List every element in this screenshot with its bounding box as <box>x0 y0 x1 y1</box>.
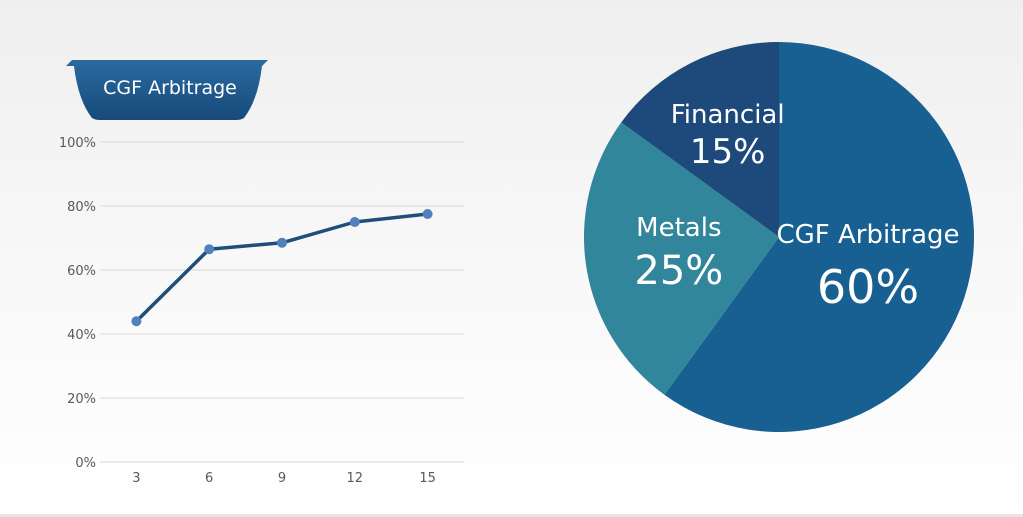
slice-name-label: Financial <box>671 100 785 130</box>
y-tick-label: 20% <box>67 392 96 407</box>
data-point <box>422 209 433 219</box>
y-tick-label: 80% <box>67 200 96 215</box>
data-point <box>204 244 215 255</box>
slice-name-label: CGF Arbitrage <box>776 220 959 250</box>
series-line <box>134 212 430 323</box>
slice-name-label: Metals <box>636 213 721 243</box>
header-badge: CGF Arbitrage <box>66 60 268 120</box>
line-chart-series <box>131 209 433 327</box>
line-chart-x-axis: 3 6 9 12 15 <box>132 471 436 486</box>
data-point <box>277 237 287 248</box>
header-badge-label: CGF Arbitrage <box>103 77 237 99</box>
x-tick-label: 3 <box>132 471 140 486</box>
x-tick-label: 15 <box>419 471 436 486</box>
y-tick-label: 60% <box>67 264 96 279</box>
y-tick-label: 0% <box>75 456 96 471</box>
slice-value-label: 25% <box>634 248 723 294</box>
chart-canvas: CGF Arbitrage 0% 20% 40% 60% 80% 100% 3 6 9 12 15… <box>59 42 975 486</box>
pie-chart: CGF Arbitrage 60% Metals 25% Financial15% <box>584 42 975 432</box>
x-tick-label: 9 <box>278 471 286 486</box>
slice-value-label: 15% <box>690 132 766 172</box>
data-point <box>131 316 142 327</box>
data-point <box>349 217 360 227</box>
y-tick-label: 40% <box>67 328 96 343</box>
line-chart: 0% 20% 40% 60% 80% 100% 3 6 9 12 15 <box>59 136 464 486</box>
slice-value-label: 60% <box>817 260 919 314</box>
line-chart-y-axis: 0% 20% 40% 60% 80% 100% <box>59 136 96 471</box>
y-tick-label: 100% <box>59 136 96 151</box>
x-tick-label: 6 <box>205 471 213 486</box>
x-tick-label: 12 <box>347 471 364 486</box>
